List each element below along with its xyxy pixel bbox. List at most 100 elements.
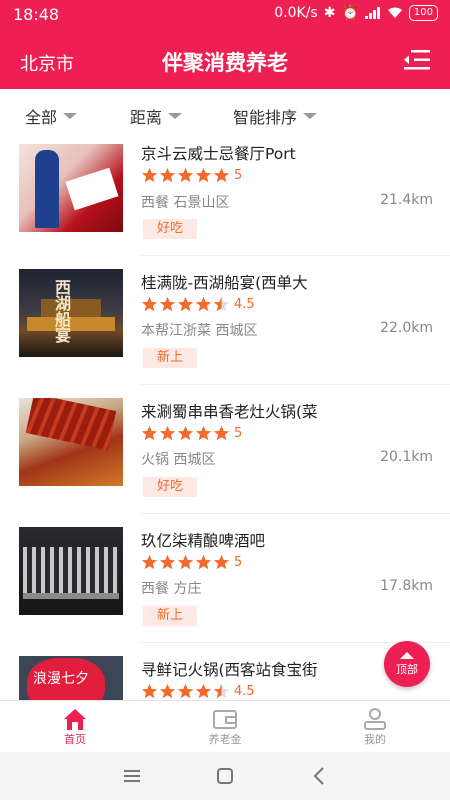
restaurant-name: 京斗云威士忌餐厅Port (141, 145, 296, 163)
list-item[interactable]: 浪漫七夕 寻鲜记火锅(西客站食宝街 4.5 (0, 656, 450, 700)
system-nav-bar (0, 752, 450, 800)
wallet-icon (213, 710, 237, 729)
star-rating: 4.5 (141, 683, 255, 700)
battery-icon: 100 (408, 5, 438, 21)
tab-home-label: 首页 (64, 733, 86, 746)
list-item[interactable]: 西湖船宴 桂满陇-西湖船宴(西单大 4.5 本帮江浙菜 西城区 22.0km 新… (0, 269, 450, 389)
home-icon (64, 709, 86, 730)
app-header: 18:48 0.0K/s ✱ ⏰ 100 北京市 伴聚消费养老 (0, 0, 450, 89)
restaurant-tag: 好吃 (143, 219, 197, 239)
half-star-icon (213, 683, 230, 699)
restaurant-image: 西湖船宴 (19, 269, 123, 357)
restaurant-info: 西餐 石景山区 (141, 195, 230, 211)
alarm-icon: ⏰ (341, 5, 359, 21)
bluetooth-icon: ✱ (323, 5, 336, 21)
restaurant-distance: 22.0km (380, 320, 433, 336)
restaurant-image (19, 398, 123, 486)
star-icon (177, 296, 194, 312)
restaurant-info: 本帮江浙菜 西城区 (141, 323, 258, 339)
tab-pension[interactable]: 养老金 (175, 705, 275, 747)
divider (141, 255, 450, 256)
list-item[interactable]: 玖亿柒精酿啤酒吧 5 西餐 方庄 17.8km 新上 (0, 527, 450, 647)
chevron-down-icon (63, 113, 78, 119)
star-rating: 5 (141, 167, 242, 184)
tab-mine-label: 我的 (364, 733, 386, 746)
rating-value: 5 (234, 555, 243, 570)
thumb-text: 西湖船宴 (52, 279, 71, 343)
divider (141, 513, 450, 514)
star-icon (195, 167, 212, 183)
rating-value: 4.5 (234, 297, 255, 312)
star-icon (141, 425, 158, 441)
rating-value: 4.5 (234, 684, 255, 699)
chevron-down-icon (303, 113, 318, 119)
filter-bar: 全部 距离 智能排序 (0, 104, 450, 130)
restaurant-name: 来涮蜀串串香老灶火锅(菜 (141, 403, 318, 421)
status-time: 18:48 (13, 5, 60, 24)
filter-sort[interactable]: 智能排序 (233, 104, 318, 128)
tab-home[interactable]: 首页 (25, 705, 125, 747)
star-icon (213, 167, 230, 183)
restaurant-distance: 20.1km (380, 449, 433, 465)
restaurant-image (19, 527, 123, 615)
star-icon (159, 683, 176, 699)
star-icon (177, 683, 194, 699)
star-icon (195, 425, 212, 441)
restaurant-name: 玖亿柒精酿啤酒吧 (141, 532, 266, 550)
wifi-icon (387, 7, 402, 18)
status-bar: 18:48 0.0K/s ✱ ⏰ 100 (0, 0, 450, 30)
back-to-top-label: 顶部 (396, 663, 418, 676)
restaurant-image (19, 144, 123, 232)
restaurant-distance: 21.4km (380, 192, 433, 208)
filter-all-label: 全部 (25, 108, 58, 127)
restaurant-tag: 新上 (143, 348, 197, 368)
bottom-tab-bar: 首页 养老金 我的 (0, 700, 450, 753)
star-icon (159, 554, 176, 570)
filter-sort-label: 智能排序 (233, 108, 298, 127)
tab-mine[interactable]: 我的 (325, 705, 425, 747)
star-icon (195, 296, 212, 312)
back-nav-icon[interactable] (313, 767, 325, 785)
star-icon (141, 296, 158, 312)
star-icon (159, 167, 176, 183)
filter-distance[interactable]: 距离 (130, 104, 183, 128)
list-item[interactable]: 来涮蜀串串香老灶火锅(菜 5 火锅 西城区 20.1km 好吃 (0, 398, 450, 518)
star-icon (141, 554, 158, 570)
star-rating: 5 (141, 554, 242, 571)
network-speed: 0.0K/s (274, 5, 318, 21)
list-item[interactable]: 京斗云威士忌餐厅Port 5 西餐 石景山区 21.4km 好吃 (0, 140, 450, 260)
thumb-text: 浪漫七夕 (33, 671, 89, 687)
filter-all[interactable]: 全部 (25, 104, 78, 128)
back-to-top-button[interactable]: 顶部 (384, 641, 430, 687)
star-icon (141, 683, 158, 699)
star-rating: 5 (141, 425, 242, 442)
star-rating: 4.5 (141, 296, 255, 313)
rating-value: 5 (234, 426, 243, 441)
tab-pension-label: 养老金 (208, 733, 242, 746)
star-icon (177, 554, 194, 570)
user-icon (364, 708, 386, 730)
star-icon (177, 167, 194, 183)
star-icon (213, 554, 230, 570)
star-icon (213, 425, 230, 441)
menu-icon[interactable] (404, 49, 430, 71)
divider (141, 384, 450, 385)
restaurant-tag: 新上 (143, 606, 197, 626)
restaurant-distance: 17.8km (380, 578, 433, 594)
restaurant-info: 西餐 方庄 (141, 581, 202, 597)
star-icon (195, 683, 212, 699)
arrow-up-icon (400, 652, 414, 659)
star-icon (195, 554, 212, 570)
rating-value: 5 (234, 168, 243, 183)
menu-nav-icon[interactable] (124, 769, 140, 783)
half-star-icon (213, 296, 230, 312)
star-icon (159, 425, 176, 441)
restaurant-tag: 好吃 (143, 477, 197, 497)
chevron-down-icon (168, 113, 183, 119)
star-icon (177, 425, 194, 441)
star-icon (141, 167, 158, 183)
signal-icon (364, 7, 380, 19)
restaurant-image: 浪漫七夕 (19, 656, 123, 700)
home-nav-icon[interactable] (217, 768, 233, 784)
restaurant-info: 火锅 西城区 (141, 452, 216, 468)
